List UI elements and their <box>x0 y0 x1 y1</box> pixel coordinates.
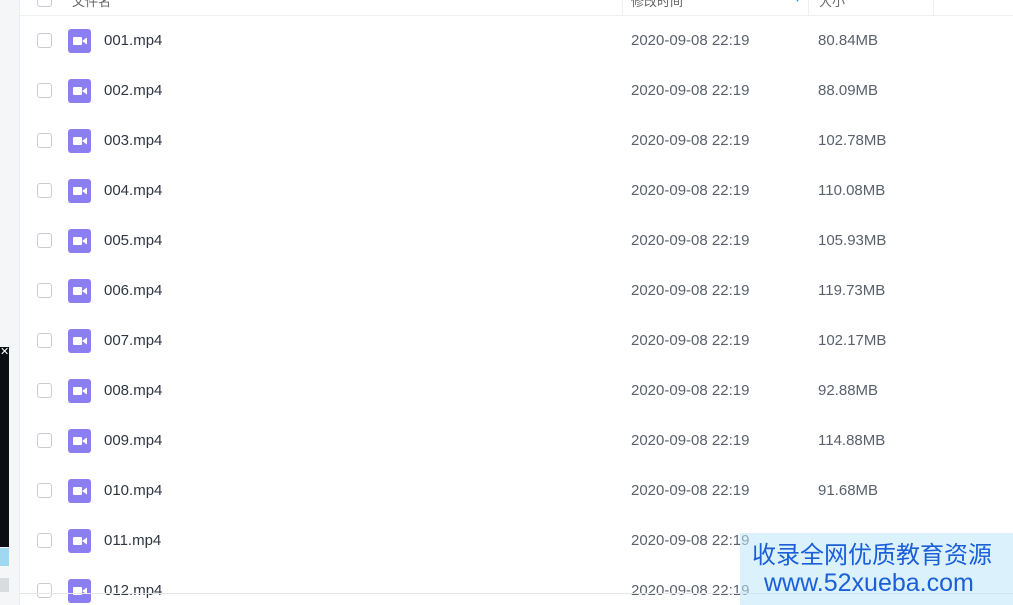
file-name[interactable]: 001.mp4 <box>104 32 162 49</box>
row-checkbox[interactable] <box>37 583 52 598</box>
file-size: 114.88MB <box>818 432 886 449</box>
file-row[interactable]: 004.mp4 2020-09-08 22:19 110.08MB <box>20 166 1013 216</box>
video-file-icon <box>68 129 91 153</box>
file-modified-time: 2020-09-08 22:19 <box>631 432 750 449</box>
file-name[interactable]: 009.mp4 <box>104 432 162 449</box>
column-header-size[interactable]: 大小 <box>808 0 934 16</box>
file-modified-time: 2020-09-08 22:19 <box>631 182 750 199</box>
file-name[interactable]: 012.mp4 <box>104 582 162 599</box>
video-file-icon <box>68 229 91 253</box>
file-size: 80.84MB <box>818 32 879 49</box>
row-checkbox[interactable] <box>37 533 52 548</box>
video-file-icon <box>68 379 91 403</box>
file-list: 文件名 修改时间 ▼ 大小 001.mp4 2020-09-08 22:19 80.… <box>20 0 1013 605</box>
file-row[interactable]: 007.mp4 2020-09-08 22:19 102.17MB <box>20 316 1013 366</box>
file-size: 102.17MB <box>818 332 887 349</box>
file-modified-time: 2020-09-08 22:19 <box>631 132 750 149</box>
file-modified-time: 2020-09-08 22:19 <box>631 482 750 499</box>
video-file-icon <box>68 29 91 53</box>
file-name[interactable]: 003.mp4 <box>104 132 162 149</box>
video-file-icon <box>68 529 91 553</box>
file-name[interactable]: 006.mp4 <box>104 282 162 299</box>
file-modified-time: 2020-09-08 22:19 <box>631 382 750 399</box>
panel-scroll <box>0 578 9 592</box>
file-row[interactable]: 008.mp4 2020-09-08 22:19 92.88MB <box>20 366 1013 416</box>
video-file-icon <box>68 429 91 453</box>
row-checkbox[interactable] <box>37 183 52 198</box>
row-checkbox[interactable] <box>37 83 52 98</box>
file-size: 92.88MB <box>818 382 879 399</box>
file-size: 91.68MB <box>818 482 879 499</box>
file-row[interactable]: 006.mp4 2020-09-08 22:19 119.73MB <box>20 266 1013 316</box>
file-modified-time: 2020-09-08 22:19 <box>631 332 750 349</box>
file-size: 105.93MB <box>818 232 887 249</box>
file-name[interactable]: 011.mp4 <box>104 532 161 549</box>
file-name[interactable]: 004.mp4 <box>104 182 162 199</box>
file-modified-time: 2020-09-08 22:19 <box>631 32 750 49</box>
list-header: 文件名 修改时间 ▼ 大小 <box>20 0 1013 16</box>
file-row[interactable]: 003.mp4 2020-09-08 22:19 102.78MB <box>20 116 1013 166</box>
row-checkbox[interactable] <box>37 33 52 48</box>
column-header-name[interactable]: 文件名 <box>72 0 111 10</box>
column-header-time-label: 修改时间 <box>631 0 684 9</box>
sort-down-icon[interactable]: ▼ <box>793 0 802 4</box>
file-size: 102.78MB <box>818 132 887 149</box>
row-checkbox[interactable] <box>37 233 52 248</box>
row-checkbox[interactable] <box>37 483 52 498</box>
file-modified-time: 2020-09-08 22:19 <box>631 582 750 599</box>
file-name[interactable]: 007.mp4 <box>104 332 162 349</box>
file-size: 119.73MB <box>818 282 886 299</box>
video-file-icon <box>68 279 91 303</box>
file-row[interactable]: 010.mp4 2020-09-08 22:19 91.68MB <box>20 466 1013 516</box>
video-file-icon <box>68 179 91 203</box>
file-size: 88.09MB <box>818 82 879 99</box>
video-file-icon <box>68 329 91 353</box>
row-checkbox[interactable] <box>37 333 52 348</box>
file-modified-time: 2020-09-08 22:19 <box>631 82 750 99</box>
watermark-overlay: 收录全网优质教育资源 www.52xueba.com <box>740 533 1013 605</box>
file-size: 110.08MB <box>818 182 886 199</box>
row-checkbox[interactable] <box>37 133 52 148</box>
row-checkbox[interactable] <box>37 283 52 298</box>
select-all-checkbox[interactable] <box>37 0 52 7</box>
file-modified-time: 2020-09-08 22:19 <box>631 532 750 549</box>
panel-accent <box>0 548 9 566</box>
file-modified-time: 2020-09-08 22:19 <box>631 282 750 299</box>
watermark-url: www.52xueba.com <box>764 569 974 597</box>
close-icon[interactable]: ✕ <box>0 347 9 358</box>
row-checkbox[interactable] <box>37 433 52 448</box>
file-name[interactable]: 008.mp4 <box>104 382 162 399</box>
file-name[interactable]: 010.mp4 <box>104 482 162 499</box>
video-preview-edge: ✕ <box>0 347 9 547</box>
file-row[interactable]: 009.mp4 2020-09-08 22:19 114.88MB <box>20 416 1013 466</box>
row-checkbox[interactable] <box>37 383 52 398</box>
file-name[interactable]: 005.mp4 <box>104 232 162 249</box>
video-file-icon <box>68 579 91 603</box>
watermark-slogan: 收录全网优质教育资源 <box>752 542 992 569</box>
file-name[interactable]: 002.mp4 <box>104 82 162 99</box>
file-row[interactable]: 002.mp4 2020-09-08 22:19 88.09MB <box>20 66 1013 116</box>
left-panel-edge: ✕ <box>0 0 20 605</box>
column-header-time[interactable]: 修改时间 ▼ <box>622 0 808 16</box>
file-row[interactable]: 001.mp4 2020-09-08 22:19 80.84MB <box>20 16 1013 66</box>
file-modified-time: 2020-09-08 22:19 <box>631 232 750 249</box>
video-file-icon <box>68 79 91 103</box>
video-file-icon <box>68 479 91 503</box>
file-row[interactable]: 005.mp4 2020-09-08 22:19 105.93MB <box>20 216 1013 266</box>
